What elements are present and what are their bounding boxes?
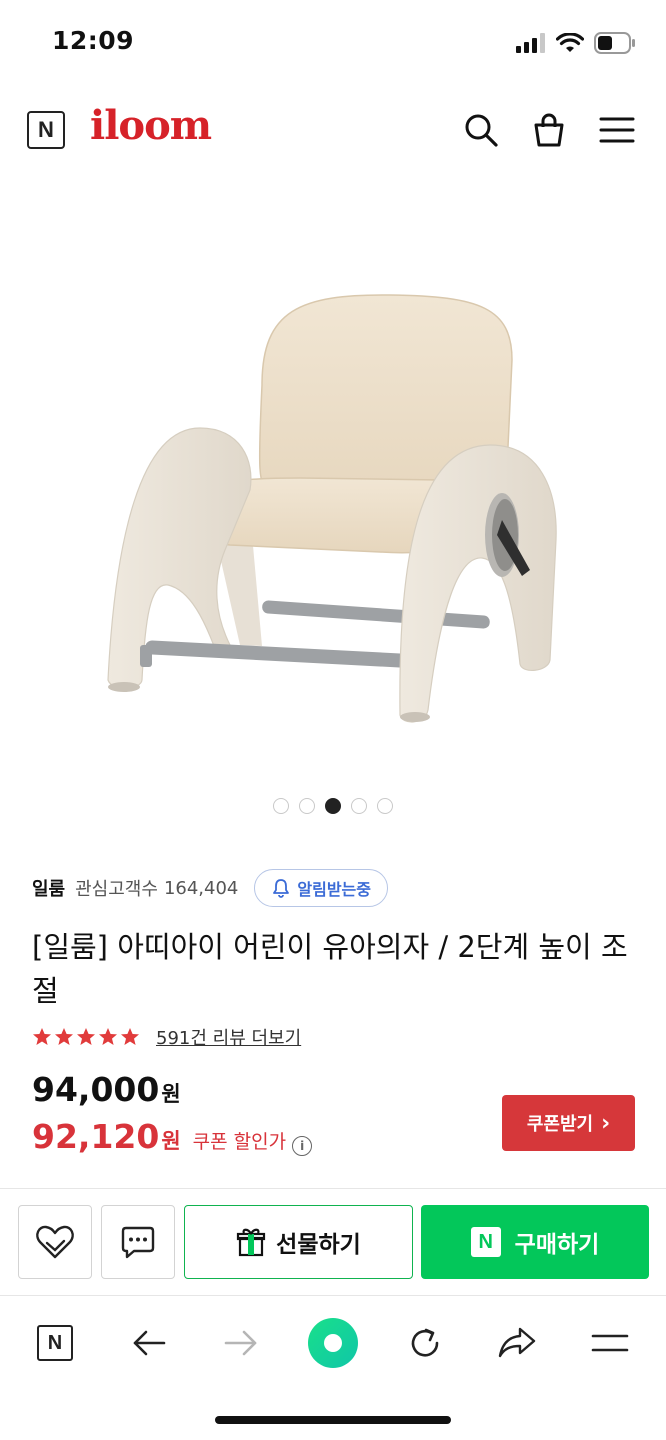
follower-label: 관심고객수 <box>75 879 158 900</box>
browser-toolbar: N <box>0 1297 666 1387</box>
info-icon[interactable]: i <box>292 1136 313 1156</box>
buy-button[interactable]: N 구매하기 <box>421 1205 649 1279</box>
brand-logo[interactable]: iloom <box>90 102 212 149</box>
star-icon <box>55 1028 73 1045</box>
reviews-link[interactable]: 591건 리뷰 더보기 <box>156 1024 301 1050</box>
back-arrow-icon[interactable] <box>121 1315 177 1371</box>
star-icon <box>121 1028 139 1045</box>
gallery-dot-active[interactable] <box>325 798 341 814</box>
search-icon[interactable] <box>461 110 501 150</box>
gallery-dot[interactable] <box>377 798 393 814</box>
naver-badge: N <box>37 1325 73 1361</box>
chair-image <box>107 294 557 723</box>
product-title: [일룸] 아띠아이 어린이 유아의자 / 2단계 높이 조절 <box>32 930 628 1008</box>
menu-icon[interactable] <box>597 110 637 150</box>
chat-icon <box>121 1226 155 1259</box>
refresh-icon[interactable] <box>397 1315 453 1371</box>
product-image[interactable] <box>0 190 666 790</box>
sale-price-label: 쿠폰 할인가 <box>192 1131 287 1153</box>
gift-label: 선물하기 <box>276 1232 361 1258</box>
chevron-right-icon: › <box>601 1110 611 1136</box>
store-info: 일룸 관심고객수 164,404 알림받는중 <box>32 868 388 908</box>
get-coupon-button[interactable]: 쿠폰받기 › <box>502 1095 635 1151</box>
gallery-pagination <box>0 798 666 818</box>
store-name[interactable]: 일룸 <box>32 875 65 901</box>
gallery-dot[interactable] <box>299 798 315 814</box>
gift-button[interactable]: 선물하기 <box>184 1205 413 1279</box>
coupon-label: 쿠폰받기 <box>526 1114 594 1135</box>
star-icon <box>99 1028 117 1045</box>
share-icon[interactable] <box>489 1315 545 1371</box>
heart-icon <box>36 1225 74 1259</box>
naver-home-button[interactable]: N <box>27 111 65 149</box>
status-bar: 12:09 <box>0 0 666 88</box>
wishlist-button[interactable] <box>18 1205 92 1279</box>
gift-icon <box>237 1228 266 1257</box>
battery-icon <box>594 32 635 54</box>
naver-pay-icon: N <box>470 1227 501 1257</box>
star-icon <box>77 1028 95 1045</box>
sale-price: 92,120 원 쿠폰 할인가 i <box>32 1117 313 1156</box>
talk-button[interactable] <box>101 1205 175 1279</box>
sale-price-value: 92,120 <box>32 1117 160 1156</box>
signal-icon <box>516 33 545 53</box>
status-time: 12:09 <box>52 26 135 55</box>
forward-arrow-icon[interactable] <box>213 1315 269 1371</box>
app-header: N iloom <box>0 92 666 168</box>
notification-subscribed-button[interactable]: 알림받는중 <box>254 869 388 907</box>
rating-row: 591건 리뷰 더보기 <box>32 1022 301 1052</box>
original-price-value: 94,000 <box>32 1070 160 1109</box>
bell-icon <box>273 879 290 898</box>
home-indicator <box>215 1416 451 1424</box>
gallery-dot[interactable] <box>351 798 367 814</box>
star-rating <box>32 1027 140 1047</box>
original-price: 94,000 원 <box>32 1070 181 1109</box>
sale-price-unit: 원 <box>161 1129 181 1153</box>
purchase-action-bar: 선물하기 N 구매하기 <box>0 1188 666 1296</box>
original-price-unit: 원 <box>161 1082 181 1106</box>
status-icons <box>516 30 636 56</box>
naver-home-icon[interactable]: N <box>27 1315 83 1371</box>
buy-label: 구매하기 <box>514 1232 600 1258</box>
hamburger-menu-icon[interactable] <box>582 1315 638 1371</box>
cart-icon[interactable] <box>529 110 569 150</box>
wifi-icon <box>556 33 584 52</box>
star-icon <box>33 1028 51 1045</box>
gallery-dot[interactable] <box>273 798 289 814</box>
alarm-label: 알림받는중 <box>297 880 371 899</box>
green-dot-icon[interactable] <box>305 1315 361 1371</box>
follower-count: 164,404 <box>163 877 239 899</box>
